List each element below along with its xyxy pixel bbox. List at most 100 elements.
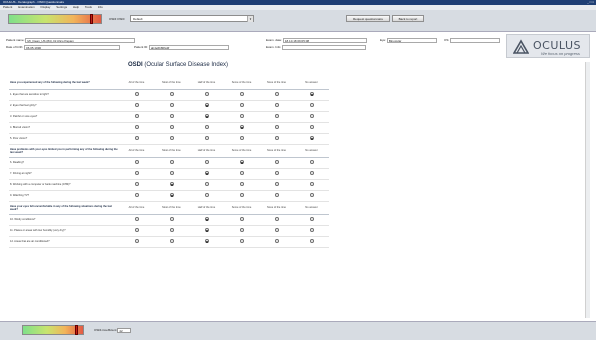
answer-radio[interactable] [274,182,279,186]
answer-radio[interactable] [309,228,314,232]
answer-radio[interactable] [239,239,244,243]
eye-value[interactable]: Binocular [386,38,437,43]
answer-radio[interactable] [204,171,209,175]
answer-radio[interactable] [239,193,244,197]
answer-radio[interactable] [274,114,279,118]
answer-cell [224,157,259,169]
answer-radio[interactable] [134,125,139,129]
answer-radio[interactable] [134,92,139,96]
answer-radio[interactable] [274,193,279,197]
answer-radio[interactable] [274,103,279,107]
answer-radio[interactable] [169,239,174,243]
answer-radio[interactable] [169,114,174,118]
answer-radio[interactable] [274,160,279,164]
answer-radio[interactable] [169,182,174,186]
answer-radio[interactable] [134,193,139,197]
answer-radio[interactable] [204,114,209,118]
answer-radio[interactable] [309,217,314,221]
answer-radio[interactable] [309,182,314,186]
question-row: 4. Blurred vision? [9,122,329,134]
answer-radio[interactable] [169,92,174,96]
chevron-down-icon[interactable]: ▾ [247,16,253,22]
answer-radio[interactable] [204,217,209,221]
answer-radio[interactable] [204,92,209,96]
answer-radio[interactable] [309,125,314,129]
answer-radio[interactable] [134,217,139,221]
answer-radio[interactable] [309,92,314,96]
answer-radio[interactable] [134,239,139,243]
exam-info-value[interactable] [282,45,367,50]
answer-radio[interactable] [134,103,139,107]
answer-radio[interactable] [134,160,139,164]
answer-radio[interactable] [239,103,244,107]
answer-radio[interactable] [239,136,244,140]
answer-cell [224,179,259,191]
menu-item-help[interactable]: Help [73,5,79,9]
answer-radio[interactable] [204,193,209,197]
answer-radio[interactable] [274,171,279,175]
answer-radio[interactable] [274,239,279,243]
menu-item-display[interactable]: Display [41,5,51,9]
patient-name-value[interactable]: Mr_Dean_US (84), Dr-Rico Papam [25,38,136,43]
answer-radio[interactable] [134,136,139,140]
question-text: 6. Reading? [9,157,119,169]
answer-radio[interactable] [204,136,209,140]
answer-radio[interactable] [169,171,174,175]
answer-radio[interactable] [169,193,174,197]
answer-radio[interactable] [204,239,209,243]
answer-radio[interactable] [309,171,314,175]
answer-radio[interactable] [309,114,314,118]
answer-radio[interactable] [169,136,174,140]
question-row: 9. Watching TV? [9,190,329,202]
dob-value[interactable]: 06.05.1990 [24,45,121,50]
menu-item-examination[interactable]: Examination [18,5,35,9]
answer-radio[interactable] [204,160,209,164]
answer-radio[interactable] [169,103,174,107]
answer-radio[interactable] [239,114,244,118]
answer-radio[interactable] [134,182,139,186]
menu-item-info[interactable]: Info [98,5,103,9]
answer-radio[interactable] [134,114,139,118]
answer-radio[interactable] [239,125,244,129]
answer-radio[interactable] [169,160,174,164]
answer-radio[interactable] [204,125,209,129]
answer-radio[interactable] [309,239,314,243]
menu-item-settings[interactable]: Settings [56,5,67,9]
vertical-scrollbar[interactable] [585,62,590,318]
answer-radio[interactable] [239,182,244,186]
menu-item-patient[interactable]: Patient [3,5,12,9]
patient-id-value[interactable]: ab4e6b80fa9f [148,45,229,50]
answer-radio[interactable] [274,228,279,232]
back-to-report-button[interactable]: Back to report [392,15,424,22]
answer-radio[interactable] [274,125,279,129]
answer-radio[interactable] [309,103,314,107]
answer-radio[interactable] [309,136,314,140]
answer-radio[interactable] [274,136,279,140]
os-value[interactable] [450,38,501,43]
answer-cell [189,157,224,169]
answer-radio[interactable] [134,171,139,175]
answer-radio[interactable] [204,103,209,107]
exam-date-value[interactable]: 18.10.18 09:05:08 [282,38,367,43]
answer-radio[interactable] [309,193,314,197]
answer-radio[interactable] [134,228,139,232]
answer-radio[interactable] [169,125,174,129]
question-text: 5. Poor vision? [9,133,119,145]
answer-radio[interactable] [239,171,244,175]
menu-item-tools[interactable]: Tools [85,5,92,9]
osdi-profile-select[interactable]: Default ▾ [130,15,254,22]
answer-radio[interactable] [309,160,314,164]
answer-cell [224,100,259,112]
answer-radio[interactable] [239,160,244,164]
answer-radio[interactable] [274,217,279,221]
answer-radio[interactable] [239,217,244,221]
answer-radio[interactable] [239,228,244,232]
answer-radio[interactable] [169,217,174,221]
answer-radio[interactable] [239,92,244,96]
answer-radio[interactable] [204,182,209,186]
answer-radio[interactable] [274,92,279,96]
answer-radio[interactable] [169,228,174,232]
question-row: 5. Poor vision? [9,133,329,145]
request-questionnaire-button[interactable]: Request questionnaire [346,15,390,22]
answer-radio[interactable] [204,228,209,232]
